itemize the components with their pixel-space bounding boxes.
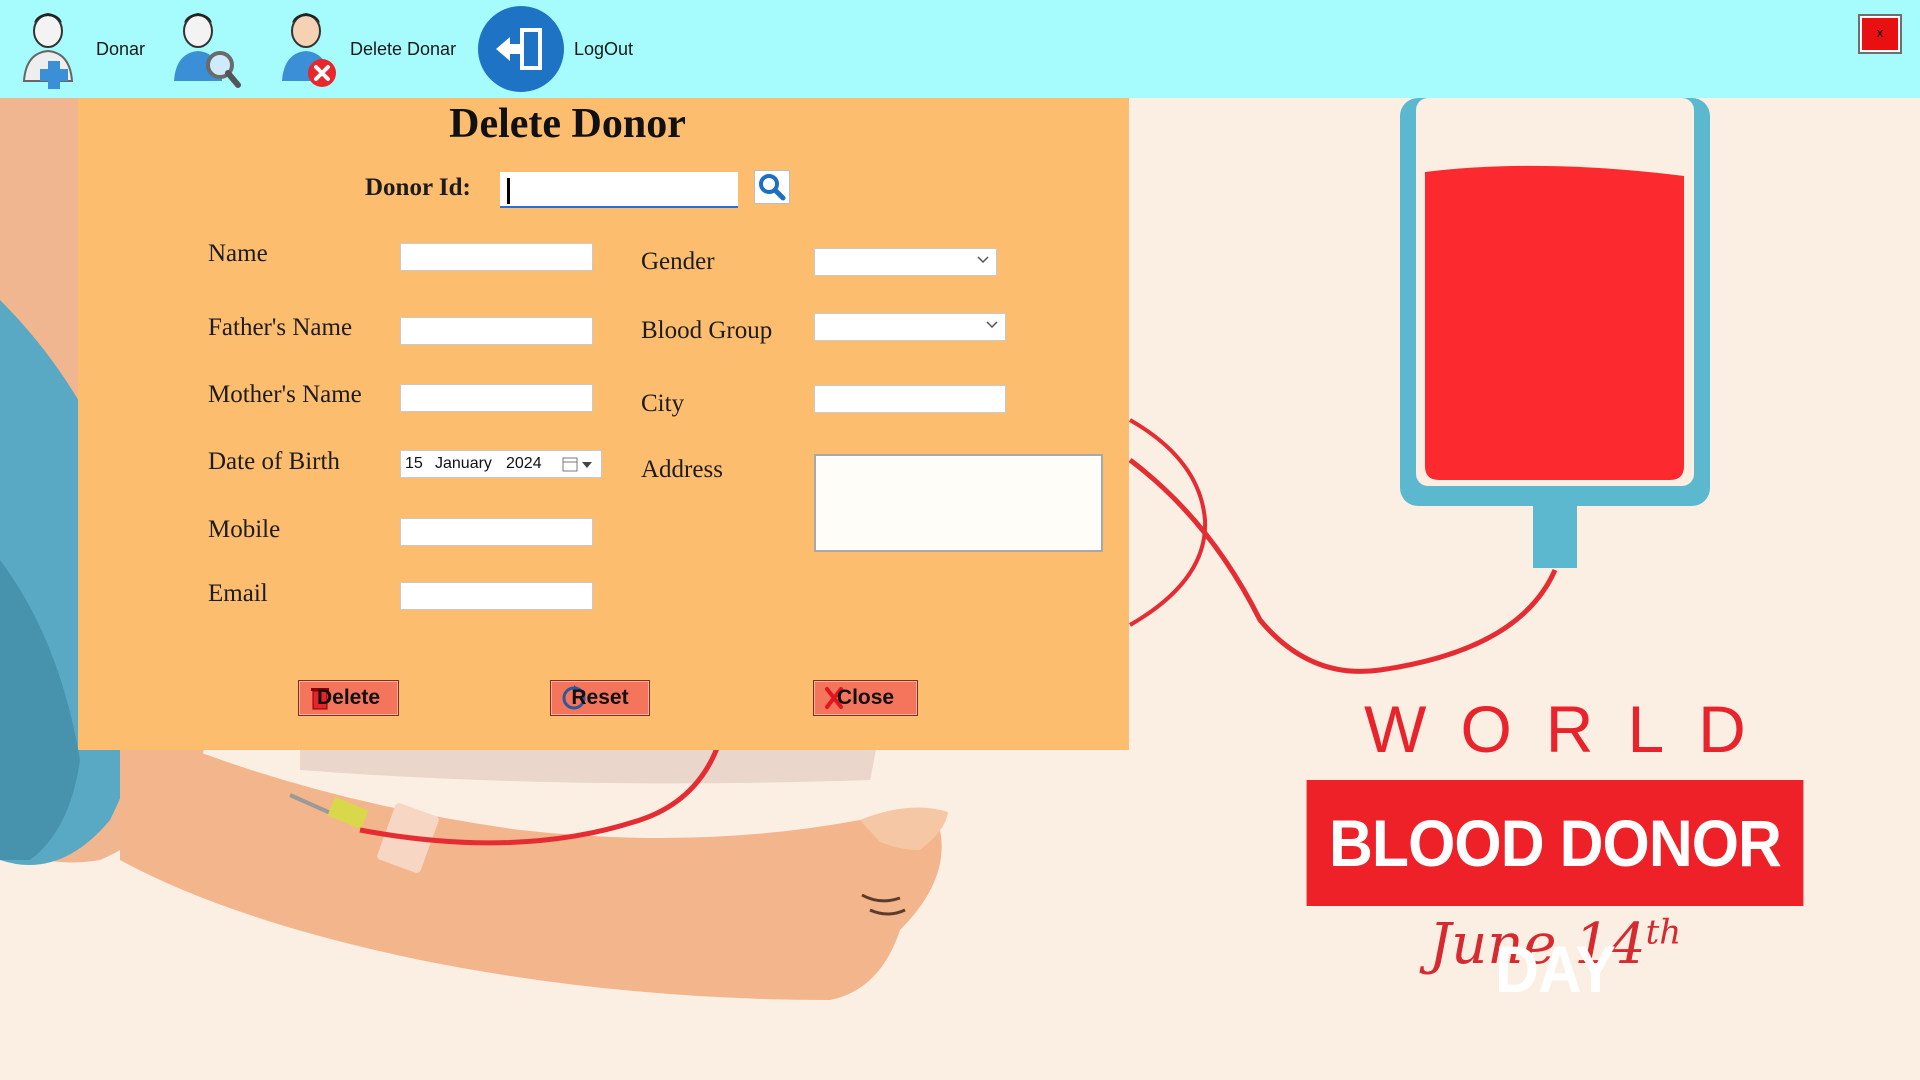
- calendar-dropdown-icon: [562, 457, 592, 472]
- search-donor-icon: [174, 13, 241, 88]
- email-label: Email: [208, 580, 268, 607]
- delete-donor-dialog: Delete Donor Donor Id: Name Father's Nam…: [78, 78, 1129, 750]
- promo-date-suffix: th: [1645, 912, 1682, 953]
- reset-button-label: Reset: [571, 686, 629, 709]
- search-icon: [759, 174, 786, 201]
- close-button[interactable]: Close: [813, 680, 918, 716]
- toolbar-label-delete-donar: Delete Donar: [350, 38, 457, 59]
- address-textarea[interactable]: [814, 454, 1103, 552]
- promo-banner-text: BLOOD DONOR DAY: [1306, 780, 1804, 1006]
- name-input[interactable]: [400, 243, 593, 271]
- city-label: City: [641, 390, 685, 417]
- mobile-input[interactable]: [400, 518, 593, 546]
- toolbar-item-donar[interactable]: Donar: [20, 0, 145, 98]
- toolbar-label-donar: Donar: [96, 38, 146, 59]
- delete-button[interactable]: Delete: [298, 680, 399, 716]
- email-input[interactable]: [400, 582, 593, 610]
- date-of-birth-label: Date of Birth: [208, 448, 340, 475]
- fathers-name-input[interactable]: [400, 317, 593, 345]
- world-blood-donor-day-promo: WORLD BLOOD DONOR DAY June 14th: [1285, 690, 1825, 1006]
- window-close-button[interactable]: x: [1858, 14, 1902, 54]
- dob-day: 15: [405, 455, 423, 472]
- address-label: Address: [641, 456, 723, 483]
- mothers-name-label: Mother's Name: [208, 381, 362, 408]
- gender-dropdown[interactable]: [814, 248, 997, 276]
- donor-id-label: Donor Id:: [365, 174, 471, 201]
- dialog-title: Delete Donor: [449, 101, 686, 147]
- chevron-down-icon: [986, 321, 998, 329]
- close-button-label: Close: [836, 686, 895, 709]
- gender-label: Gender: [641, 248, 715, 275]
- search-donor-button[interactable]: [754, 170, 790, 204]
- toolbar-label-logout: LogOut: [574, 38, 634, 59]
- reset-button[interactable]: Reset: [550, 680, 650, 716]
- mothers-name-input[interactable]: [400, 384, 593, 412]
- mobile-label: Mobile: [208, 516, 281, 543]
- fathers-name-label: Father's Name: [208, 314, 353, 341]
- city-input[interactable]: [814, 385, 1006, 413]
- logout-icon: [478, 6, 564, 92]
- blood-group-label: Blood Group: [641, 317, 773, 344]
- toolbar-item-logout[interactable]: LogOut: [476, 0, 633, 98]
- dob-month: January: [435, 455, 492, 472]
- delete-donor-icon: [282, 13, 336, 87]
- blood-group-dropdown[interactable]: [814, 313, 1006, 341]
- toolbar-item-delete-donar[interactable]: Delete Donar: [274, 0, 456, 98]
- delete-button-label: Delete: [316, 686, 381, 709]
- dob-year: 2024: [506, 455, 542, 472]
- promo-world-text: WORLD: [1364, 692, 1780, 766]
- chevron-down-icon: [977, 256, 989, 264]
- text-cursor: [507, 178, 510, 204]
- name-label: Name: [208, 240, 268, 267]
- date-of-birth-picker[interactable]: 15 January 2024: [400, 450, 602, 478]
- toolbar-item-search-donor[interactable]: [170, 0, 242, 98]
- top-toolbar: Donar Delete Donar LogOut x: [0, 0, 1920, 98]
- donor-id-input[interactable]: [500, 172, 738, 208]
- add-donor-icon: [22, 13, 74, 89]
